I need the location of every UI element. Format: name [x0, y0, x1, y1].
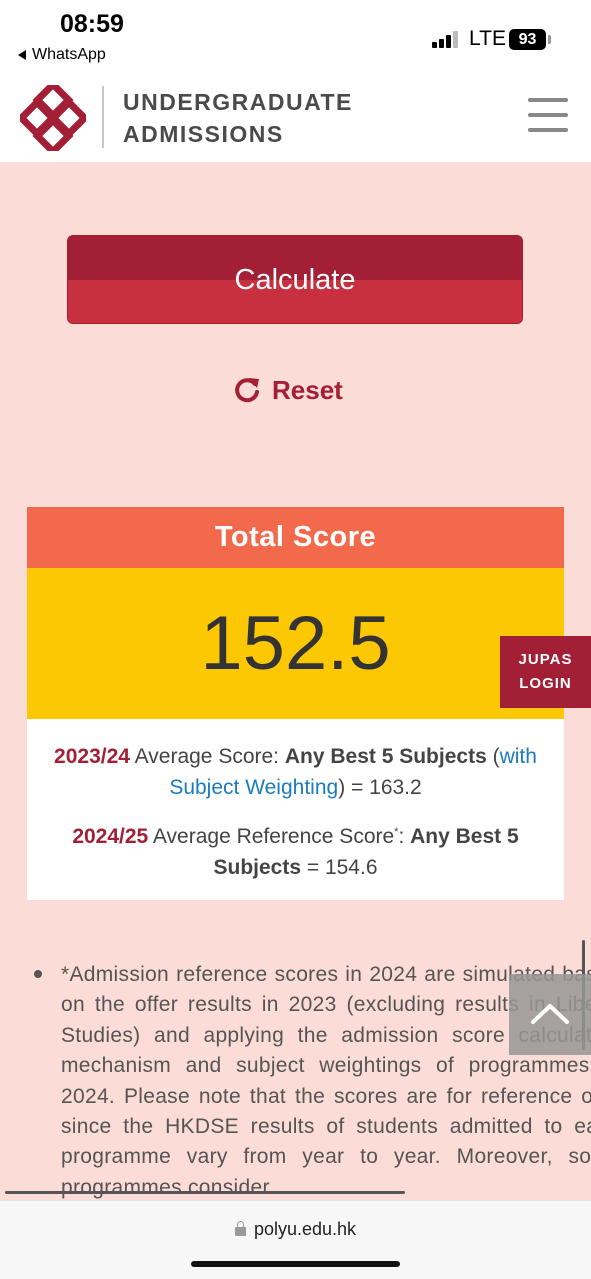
- back-to-app-link[interactable]: WhatsApp: [18, 46, 106, 64]
- back-app-label: WhatsApp: [32, 46, 106, 63]
- lock-icon: [234, 1221, 246, 1236]
- home-indicator[interactable]: [191, 1261, 400, 1267]
- reset-label: Reset: [272, 374, 343, 405]
- jupas-label-line2: LOGIN: [519, 675, 572, 692]
- bullet-icon: [34, 970, 42, 978]
- signal-strength-icon: [432, 31, 460, 48]
- battery-nub: [548, 35, 551, 44]
- reference-score-value: = 154.6: [301, 856, 378, 879]
- total-score-value: 152.5: [200, 601, 391, 686]
- score-info-panel: 2023/24 Average Score: Any Best 5 Subjec…: [27, 719, 564, 900]
- best5-label: Any Best 5 Subjects: [284, 745, 487, 768]
- hamburger-menu-icon[interactable]: [528, 98, 568, 132]
- total-score-box: 152.5: [27, 568, 564, 719]
- status-time: 08:59: [60, 10, 124, 38]
- battery-level: 93: [518, 31, 537, 48]
- colon: :: [398, 825, 411, 848]
- average-score-2023: 2023/24 Average Score: Any Best 5 Subjec…: [37, 741, 554, 803]
- browser-url-bar[interactable]: polyu.edu.hk: [0, 1200, 591, 1279]
- site-title-line1: UNDERGRADUATE: [123, 89, 353, 115]
- battery-icon: 93: [509, 29, 546, 50]
- back-arrow-icon: [18, 49, 26, 60]
- site-title[interactable]: UNDERGRADUATE ADMISSIONS: [123, 86, 353, 150]
- year-2024-label: 2024/25: [72, 825, 149, 848]
- jupas-login-button[interactable]: JUPAS LOGIN: [500, 636, 591, 708]
- calculate-button[interactable]: Calculate: [67, 235, 523, 324]
- year-2023-label: 2023/24: [54, 745, 130, 768]
- scroll-to-top-button[interactable]: [509, 974, 591, 1055]
- site-header: UNDERGRADUATE ADMISSIONS: [0, 76, 591, 162]
- status-bar: 08:59 WhatsApp LTE 93: [0, 0, 591, 76]
- horizontal-scrollbar[interactable]: [5, 1191, 405, 1194]
- total-score-header: Total Score: [27, 507, 564, 568]
- jupas-label-line1: JUPAS: [518, 651, 573, 668]
- average-score-value: = 163.2: [345, 776, 422, 799]
- paren-open: (: [486, 745, 500, 768]
- logo-divider: [102, 86, 104, 148]
- site-title-line2: ADMISSIONS: [123, 121, 284, 147]
- notes-section: *Admission reference scores in 2024 are …: [0, 960, 591, 1200]
- calculate-button-label: Calculate: [234, 264, 356, 296]
- network-label: LTE: [469, 27, 506, 50]
- reference-score-2024: 2024/25 Average Reference Score*: Any Be…: [37, 817, 554, 883]
- chevron-up-icon: [531, 1004, 569, 1024]
- refresh-icon: [235, 378, 259, 403]
- polyu-logo-icon[interactable]: [20, 85, 86, 151]
- average-score-label: Average Score:: [129, 745, 285, 768]
- reset-button[interactable]: Reset: [232, 370, 343, 410]
- reference-score-label: Average Reference Score: [148, 825, 395, 848]
- url-text[interactable]: polyu.edu.hk: [254, 1219, 356, 1239]
